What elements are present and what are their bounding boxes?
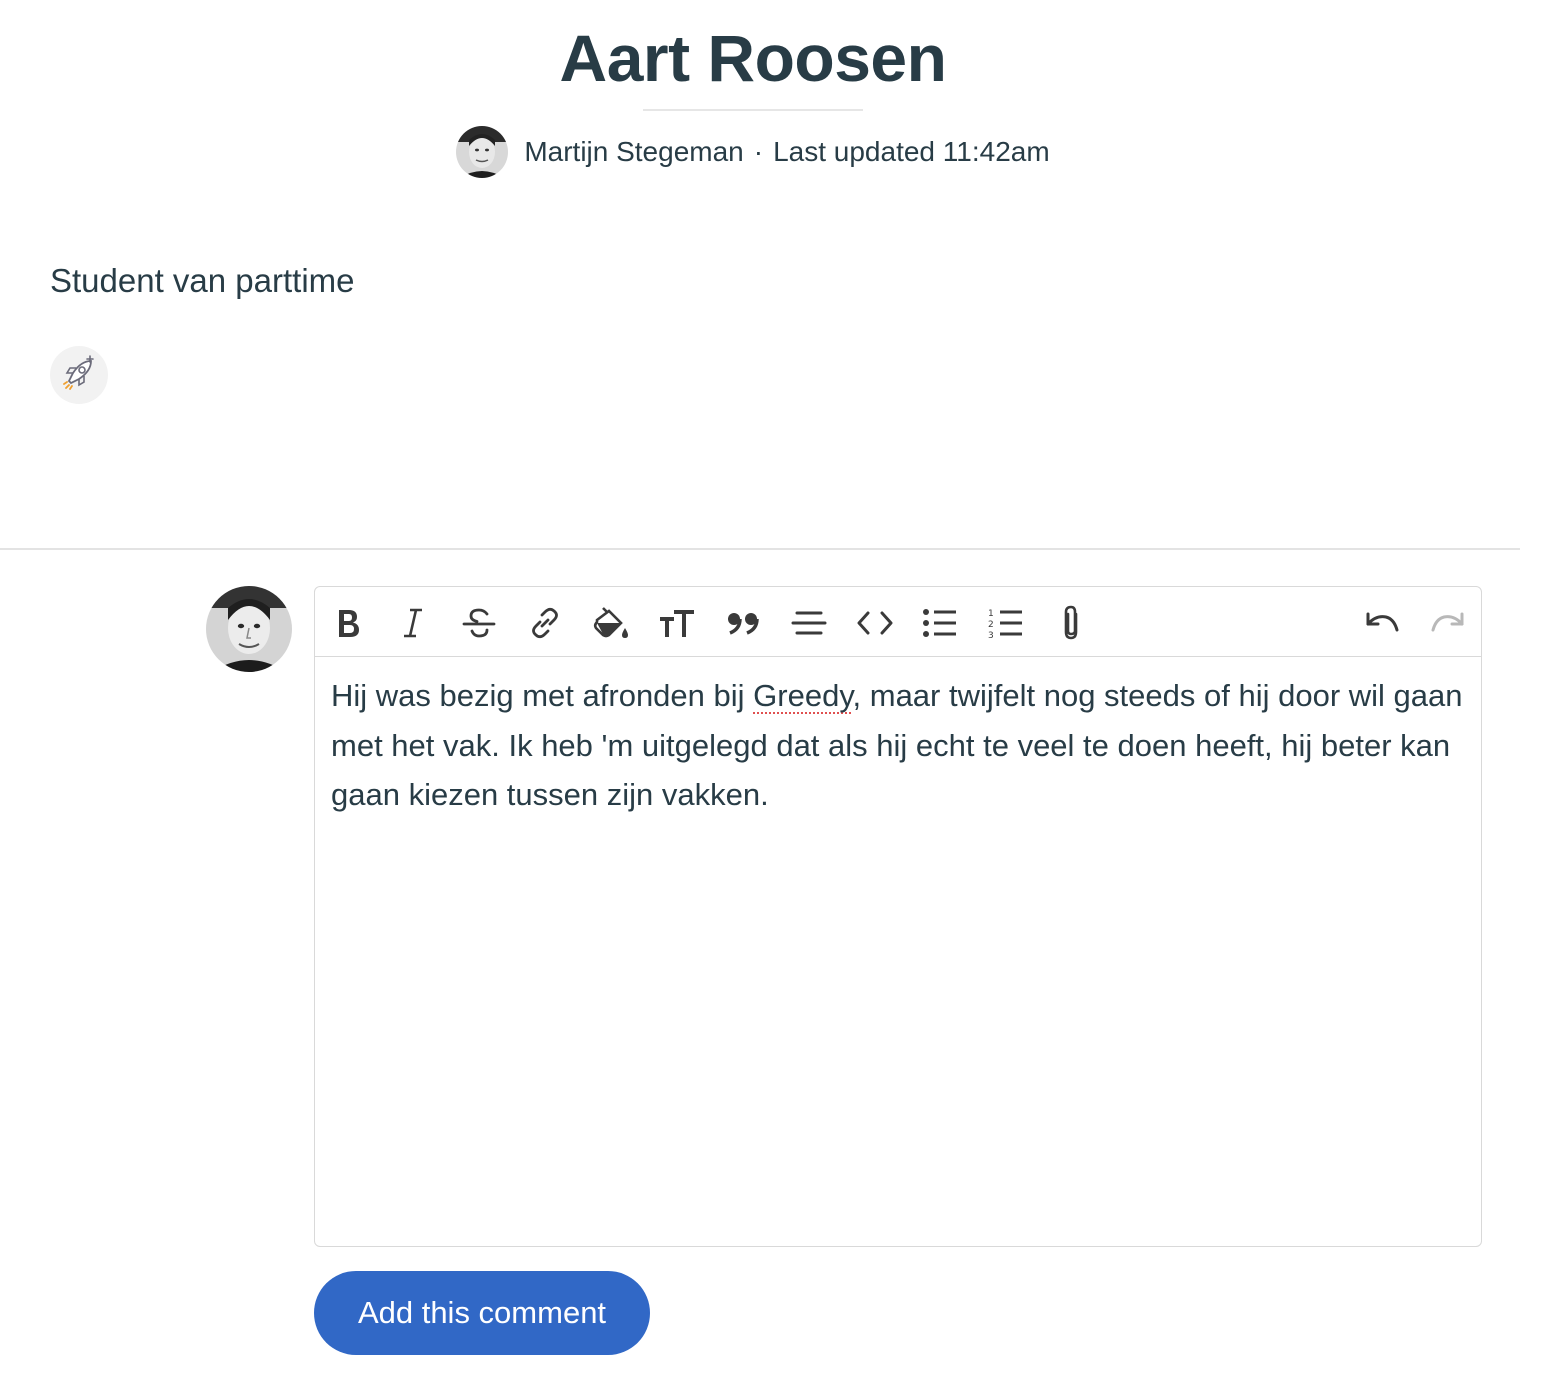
numbered-list-button[interactable]: 123 <box>984 601 1028 645</box>
paperclip-icon <box>1059 604 1083 642</box>
rocket-boost-icon <box>61 354 97 396</box>
paint-bucket-icon <box>593 606 631 640</box>
page-title: Aart Roosen <box>559 21 947 95</box>
section-divider <box>0 548 1520 550</box>
last-updated: Last updated 11:42am <box>773 136 1050 167</box>
attach-file-button[interactable] <box>1049 601 1093 645</box>
bullet-list-button[interactable] <box>918 601 962 645</box>
numbered-list-icon: 123 <box>988 607 1024 639</box>
quote-button[interactable] <box>721 601 765 645</box>
horizontal-rule-icon <box>791 609 827 637</box>
document-description: Student van parttime <box>50 262 355 299</box>
author-avatar[interactable] <box>456 126 509 178</box>
italic-icon <box>401 607 425 639</box>
svg-text:2: 2 <box>988 620 994 630</box>
byline: Martijn Stegeman · Last updated 11:42am <box>0 126 1506 178</box>
text-size-icon <box>658 607 696 639</box>
redo-button[interactable] <box>1426 601 1470 645</box>
boost-button[interactable] <box>50 346 108 404</box>
code-button[interactable] <box>853 601 897 645</box>
author-name[interactable]: Martijn Stegeman <box>524 136 743 168</box>
misspelled-word: Greedy <box>753 678 853 713</box>
comment-text-part: Hij was bezig met afronden bij <box>331 678 754 713</box>
link-icon <box>528 606 562 640</box>
bullet-list-icon <box>922 608 958 638</box>
redo-icon <box>1430 611 1466 635</box>
undo-button[interactable] <box>1360 601 1404 645</box>
text-size-button[interactable] <box>655 601 699 645</box>
undo-icon <box>1364 611 1400 635</box>
editor-toolbar: 123 <box>315 587 1481 657</box>
page: Aart Roosen Martijn Stegeman · Last upda… <box>0 0 1544 1398</box>
comment-editor: 123 Hij was bezig met afronden bij Greed… <box>314 586 1482 1247</box>
svg-text:1: 1 <box>988 609 994 619</box>
highlight-color-button[interactable] <box>590 601 634 645</box>
bold-icon <box>334 607 362 639</box>
link-button[interactable] <box>523 601 567 645</box>
italic-button[interactable] <box>391 601 435 645</box>
horizontal-rule-button[interactable] <box>787 601 831 645</box>
commenter-avatar <box>206 586 292 672</box>
code-icon <box>857 610 893 636</box>
strikethrough-button[interactable] <box>457 601 501 645</box>
byline-separator: · <box>753 136 764 167</box>
title-divider <box>643 109 863 111</box>
add-comment-button[interactable]: Add this comment <box>314 1271 650 1355</box>
svg-text:3: 3 <box>988 631 994 639</box>
strikethrough-icon <box>462 607 496 639</box>
quote-icon <box>726 611 760 635</box>
comment-text-area[interactable]: Hij was bezig met afronden bij Greedy, m… <box>331 671 1465 820</box>
bold-button[interactable] <box>326 601 370 645</box>
